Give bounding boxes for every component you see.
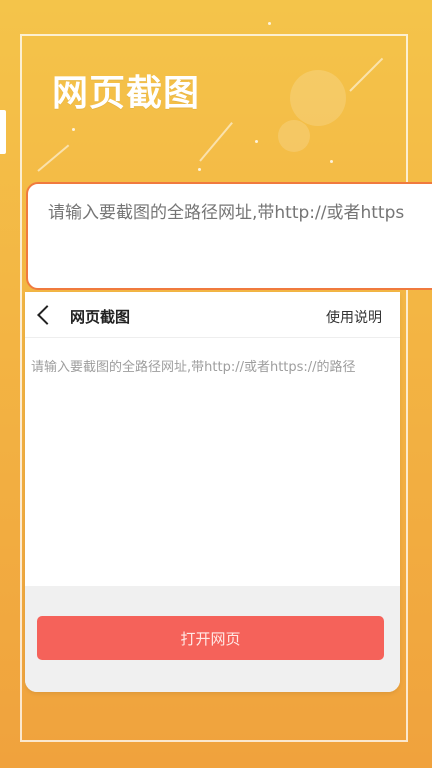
url-input[interactable]	[46, 202, 432, 224]
decor-dot	[330, 160, 333, 163]
open-webpage-button[interactable]: 打开网页	[37, 616, 384, 660]
phone-preview: 网页截图 使用说明 请输入要截图的全路径网址,带http://或者https:/…	[25, 292, 400, 692]
decor-dot	[198, 168, 201, 171]
back-arrow-icon[interactable]	[37, 305, 57, 325]
url-card	[26, 182, 432, 290]
decor-dot	[268, 22, 271, 25]
decor-bubble	[278, 120, 310, 152]
nav-title: 网页截图	[70, 308, 131, 326]
side-tab	[0, 110, 6, 154]
help-link[interactable]: 使用说明	[326, 307, 382, 327]
decor-bubble	[290, 70, 346, 126]
webpage-url-field[interactable]: 请输入要截图的全路径网址,带http://或者https://的路径	[31, 356, 356, 375]
decor-dot	[255, 140, 258, 143]
decor-dot	[72, 128, 75, 131]
page-title: 网页截图	[52, 73, 201, 114]
bottom-area: 打开网页	[25, 586, 400, 692]
nav-bar: 网页截图 使用说明	[25, 292, 400, 338]
